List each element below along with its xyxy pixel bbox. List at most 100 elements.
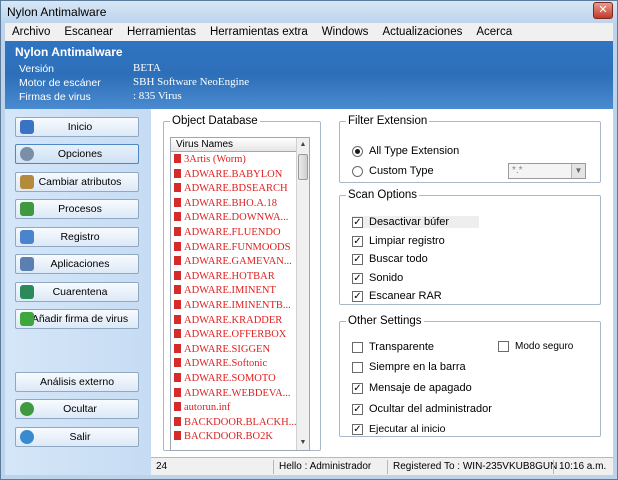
ocultar-button[interactable]: Ocultar [15, 399, 139, 419]
list-item[interactable]: BACKDOOR.BLACKH... [171, 416, 297, 431]
menu-herramientas-extra[interactable]: Herramientas extra [203, 26, 315, 38]
menu-archivo[interactable]: Archivo [5, 26, 57, 38]
virus-marker-icon [174, 154, 181, 163]
nav-anadir-firma-button[interactable]: Añadir firma de virus [15, 309, 139, 329]
radio-button[interactable] [352, 165, 363, 177]
virus-marker-icon [174, 226, 181, 236]
nav-label: Añadir firma de virus [31, 313, 129, 325]
list-item[interactable]: ADWARE.SOMOTO [171, 372, 297, 387]
list-item[interactable]: ADWARE.OFFERBOX [171, 328, 297, 343]
nav-label: Aplicaciones [50, 258, 110, 270]
analisis-externo-button[interactable]: Análisis externo [15, 372, 139, 392]
other-settings-legend: Other Settings [348, 315, 422, 327]
checkbox-box[interactable] [498, 341, 509, 352]
radio-button[interactable] [352, 145, 363, 157]
add-signature-icon [20, 312, 34, 326]
scroll-thumb[interactable] [298, 154, 308, 180]
app-header: Nylon Antimalware Versión BETA Motor de … [5, 41, 613, 109]
menu-escanear[interactable]: Escanear [57, 26, 120, 38]
modo-seguro-checkbox[interactable]: Modo seguro [498, 341, 573, 352]
limpiar-registro-checkbox[interactable]: ✓ Limpiar registro [352, 235, 445, 247]
virus-marker-icon [174, 343, 181, 353]
check-icon[interactable]: ✓ [352, 423, 363, 435]
list-item[interactable]: ADWARE.FUNMOODS [171, 241, 297, 256]
nav-registro-button[interactable]: Registro [15, 227, 139, 247]
sonido-checkbox[interactable]: ✓ Sonido [352, 272, 403, 284]
siempre-en-la-barra-checkbox[interactable]: Siempre en la barra [352, 361, 466, 373]
scan-options-group: Scan Options ✓ Desactivar búfer ✓ Limpiar … [339, 189, 601, 305]
salir-button[interactable]: Salir [15, 427, 139, 447]
ejecutar-al-inicio-checkbox[interactable]: ✓ Ejecutar al inicio [352, 423, 445, 435]
list-item[interactable]: ADWARE.IMINENT [171, 284, 297, 299]
list-item[interactable]: 3Artis (Worm) [171, 153, 297, 168]
escanear-rar-checkbox[interactable]: ✓ Escanear RAR [352, 290, 442, 302]
ocultar-del-administrador-checkbox[interactable]: ✓ Ocultar del administrador [352, 403, 492, 415]
list-item[interactable]: ADWARE.WEBDEVA... [171, 387, 297, 402]
check-icon[interactable]: ✓ [352, 382, 363, 394]
nav-opciones-button[interactable]: Opciones [15, 144, 139, 164]
checkbox-box[interactable] [352, 361, 363, 373]
nav-cambiar-atributos-button[interactable]: Cambiar atributos [15, 172, 139, 192]
virus-marker-icon [174, 212, 181, 222]
list-item[interactable]: ADWARE.FLUENDO [171, 226, 297, 241]
exit-icon [20, 430, 34, 444]
menu-actualizaciones[interactable]: Actualizaciones [375, 26, 469, 38]
status-bar: 24 Hello : Administrador Registered To :… [151, 457, 613, 475]
nav-aplicaciones-button[interactable]: Aplicaciones [15, 254, 139, 274]
virus-list-scrollbar[interactable]: ▲ ▼ [296, 138, 309, 450]
list-item[interactable]: ADWARE.Softonic [171, 357, 297, 372]
filter-extension-group: Filter Extension All Type Extension Cust… [339, 115, 601, 183]
desactivar-bufer-checkbox[interactable]: ✓ Desactivar búfer [352, 216, 480, 228]
check-icon[interactable]: ✓ [352, 253, 363, 265]
check-icon[interactable]: ✓ [352, 403, 363, 415]
nav-procesos-button[interactable]: Procesos [15, 199, 139, 219]
list-item[interactable]: autorun.inf [171, 401, 297, 416]
scroll-up-icon[interactable]: ▲ [298, 139, 308, 151]
checkbox-box[interactable] [352, 341, 363, 353]
check-icon[interactable]: ✓ [352, 216, 363, 228]
engine-label: Motor de escáner [19, 77, 101, 89]
nav-label: Inicio [67, 121, 93, 133]
sidebar: Inicio Opciones Cambiar atributos Proces… [5, 109, 151, 475]
menu-windows[interactable]: Windows [315, 26, 376, 38]
menu-acerca[interactable]: Acerca [469, 26, 519, 38]
all-type-radio[interactable]: All Type Extension [352, 145, 459, 157]
list-item[interactable]: BACKDOOR.BO2K [171, 430, 297, 445]
chevron-down-icon[interactable]: ▼ [571, 164, 585, 178]
quarantine-icon [20, 285, 34, 299]
check-icon[interactable]: ✓ [352, 272, 363, 284]
menu-herramientas[interactable]: Herramientas [120, 26, 203, 38]
extension-combobox[interactable]: *.* ▼ [508, 163, 586, 179]
list-item[interactable]: ADWARE.SIGGEN [171, 343, 297, 358]
nav-cuarentena-button[interactable]: Cuarentena [15, 282, 139, 302]
nav-inicio-button[interactable]: Inicio [15, 117, 139, 137]
transparente-checkbox[interactable]: Transparente [352, 341, 434, 353]
object-database-legend: Object Database [172, 115, 258, 127]
list-item[interactable]: ADWARE.KRADDER [171, 314, 297, 329]
list-item[interactable]: ADWARE.BHO.A.18 [171, 197, 297, 212]
virus-names-column-header[interactable]: Virus Names [171, 138, 297, 152]
filter-extension-legend: Filter Extension [348, 115, 428, 127]
list-item[interactable]: ADWARE.GAMEVAN... [171, 255, 297, 270]
list-item[interactable]: ADWARE.HOTBAR [171, 270, 297, 285]
mensaje-de-apagado-checkbox[interactable]: ✓ Mensaje de apagado [352, 382, 472, 394]
list-item[interactable]: ADWARE.BDSEARCH [171, 182, 297, 197]
custom-type-radio[interactable]: Custom Type [352, 165, 434, 177]
app-title: Nylon Antimalware [15, 45, 123, 59]
virus-marker-icon [174, 358, 181, 368]
signatures-label: Firmas de virus [19, 91, 91, 103]
object-database-group: Object Database Virus Names 3Artis (Worm… [163, 115, 321, 451]
check-icon[interactable]: ✓ [352, 235, 363, 247]
list-item[interactable]: ADWARE.IMINENTB... [171, 299, 297, 314]
list-item[interactable]: ADWARE.BABYLON [171, 168, 297, 183]
virus-list[interactable]: Virus Names 3Artis (Worm) ADWARE.BABYLON… [170, 137, 310, 451]
processes-icon [20, 202, 34, 216]
virus-marker-icon [174, 431, 181, 441]
check-icon[interactable]: ✓ [352, 290, 363, 302]
buscar-todo-checkbox[interactable]: ✓ Buscar todo [352, 253, 428, 265]
title-bar[interactable]: Nylon Antimalware ✕ [1, 1, 617, 23]
close-button[interactable]: ✕ [593, 2, 613, 19]
list-item[interactable]: ADWARE.DOWNWA... [171, 211, 297, 226]
scroll-down-icon[interactable]: ▼ [298, 437, 308, 449]
status-registered: Registered To : WIN-235VKUB8GUN [387, 460, 557, 474]
